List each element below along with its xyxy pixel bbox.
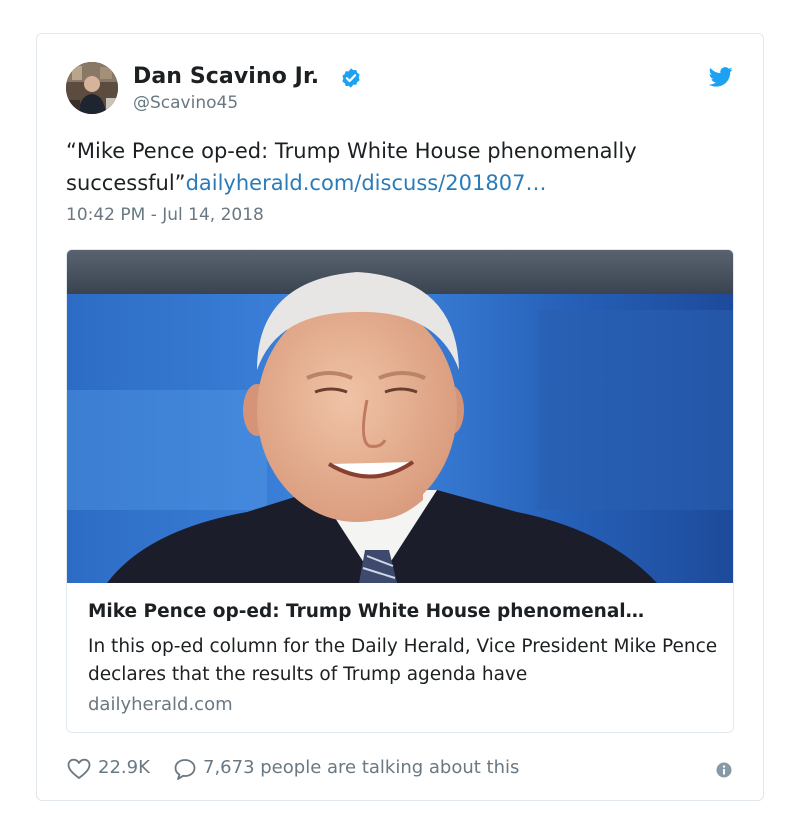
tweet-link[interactable]: dailyherald.com/discuss/201807… xyxy=(186,171,547,195)
like-count[interactable]: 22.9K xyxy=(98,757,150,778)
embedded-tweet: Dan Scavino Jr. @Scavino45 “Mike Pence o… xyxy=(36,33,764,801)
conversation-count[interactable]: 7,673 people are talking about this xyxy=(203,757,519,778)
twitter-bird-icon[interactable] xyxy=(709,66,733,88)
tweet-timestamp[interactable]: 10:42 PM - Jul 14, 2018 xyxy=(66,205,264,225)
card-image xyxy=(67,250,733,583)
author-handle[interactable]: @Scavino45 xyxy=(133,93,238,113)
tweet-actions: 22.9K 7,673 people are talking about thi… xyxy=(67,756,747,782)
link-preview-card[interactable]: Mike Pence op-ed: Trump White House phen… xyxy=(66,249,734,733)
card-description: In this op-ed column for the Daily Heral… xyxy=(88,636,718,685)
heart-icon[interactable] xyxy=(67,758,91,780)
verified-badge-icon xyxy=(342,68,360,88)
author-display-name[interactable]: Dan Scavino Jr. xyxy=(133,64,319,89)
card-title[interactable]: Mike Pence op-ed: Trump White House phen… xyxy=(88,601,718,622)
speech-bubble-icon[interactable] xyxy=(173,758,197,780)
avatar[interactable] xyxy=(66,62,118,114)
card-domain[interactable]: dailyherald.com xyxy=(88,694,233,715)
info-icon[interactable] xyxy=(716,762,732,778)
tweet-text: “Mike Pence op-ed: Trump White House phe… xyxy=(66,135,726,199)
